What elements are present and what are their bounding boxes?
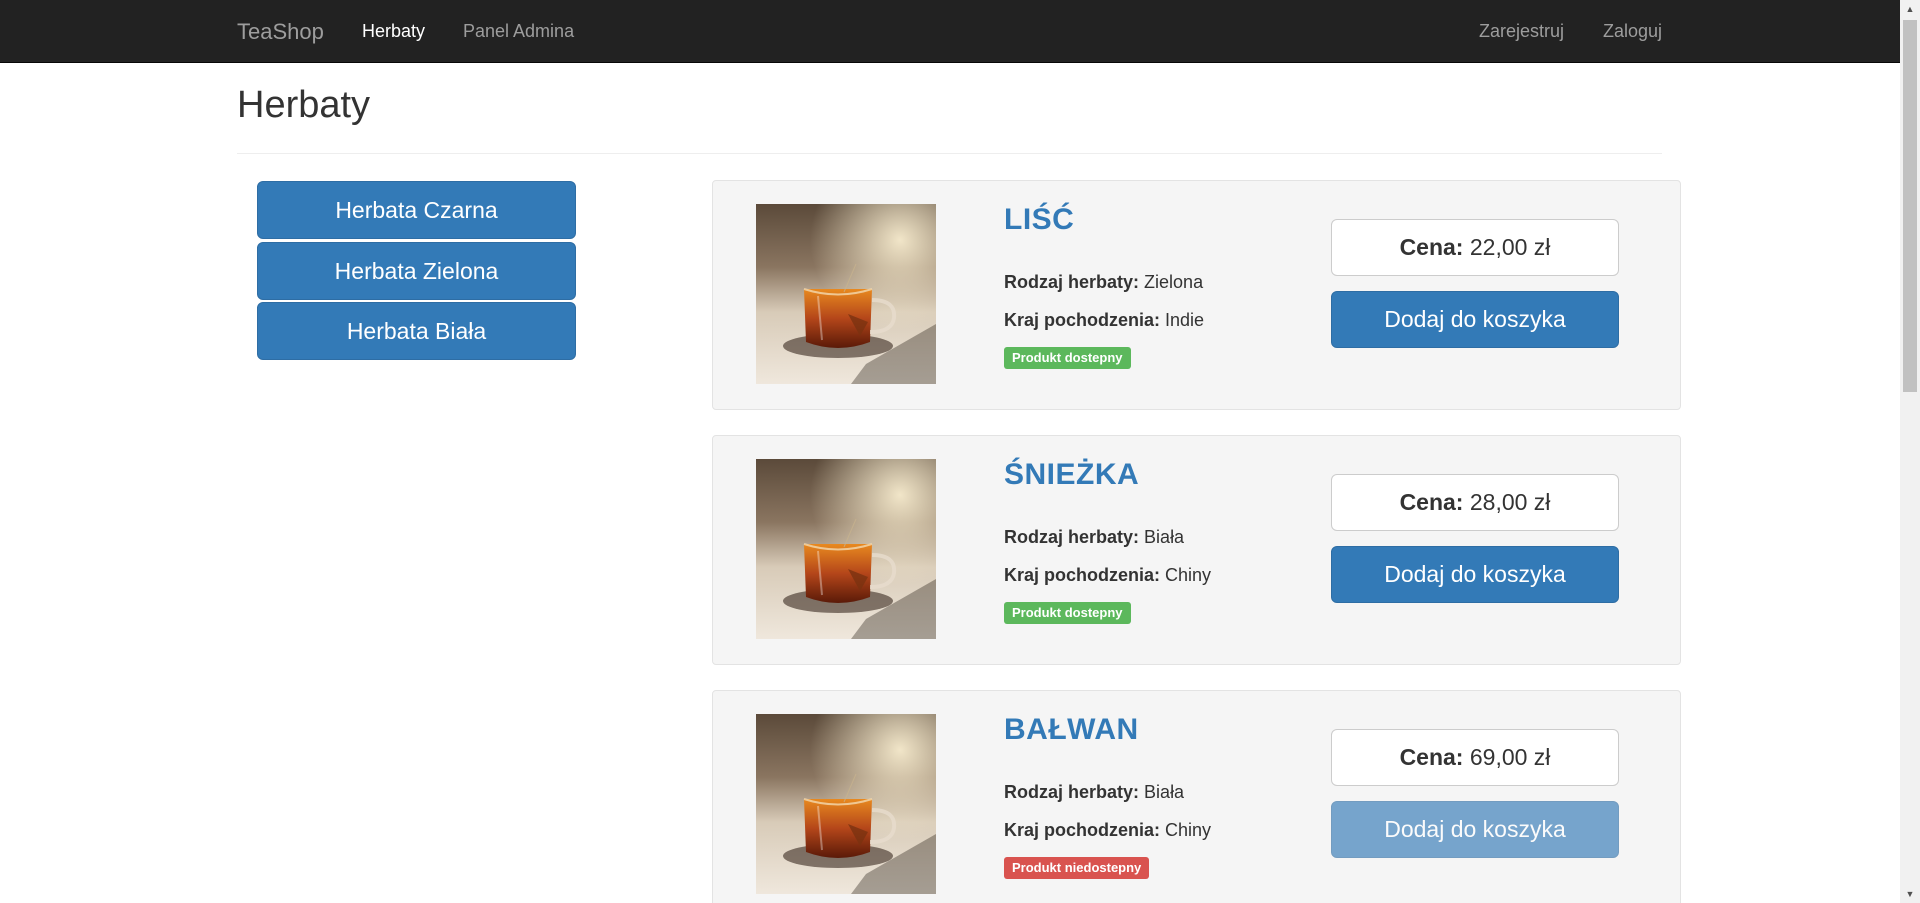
add-to-cart-button[interactable]: Dodaj do koszyka xyxy=(1331,291,1619,348)
product-type: Rodzaj herbaty: Biała xyxy=(1004,527,1184,548)
product-origin-value: Indie xyxy=(1165,310,1205,330)
brand-link[interactable]: TeaShop xyxy=(237,0,324,63)
product-name[interactable]: LIŚĆ xyxy=(1004,203,1074,237)
product-name[interactable]: BAŁWAN xyxy=(1004,713,1139,747)
availability-badge: Produkt dostepny xyxy=(1004,347,1131,369)
add-to-cart-button[interactable]: Dodaj do koszyka xyxy=(1331,801,1619,858)
category-button-black[interactable]: Herbata Czarna xyxy=(257,181,576,239)
nav-link-login[interactable]: Zaloguj xyxy=(1603,0,1662,63)
price-box: Cena: 28,00 zł xyxy=(1331,474,1619,531)
nav-link-register[interactable]: Zarejestruj xyxy=(1479,0,1564,63)
nav-link-panel-admina[interactable]: Panel Admina xyxy=(463,0,574,63)
product-type: Rodzaj herbaty: Biała xyxy=(1004,782,1184,803)
page-title: Herbaty xyxy=(237,84,371,126)
scroll-up-arrow-icon[interactable]: ▲ xyxy=(1900,0,1920,18)
price-label: Cena: xyxy=(1399,489,1464,515)
product-image xyxy=(756,459,936,639)
product-origin-value: Chiny xyxy=(1165,820,1212,840)
product-type-value: Biała xyxy=(1144,782,1185,802)
product-origin: Kraj pochodzenia: Chiny xyxy=(1004,820,1211,841)
category-button-white[interactable]: Herbata Biała xyxy=(257,302,576,360)
product-origin-label: Kraj pochodzenia: xyxy=(1004,820,1161,840)
price-label: Cena: xyxy=(1399,234,1464,260)
product-type-value: Biała xyxy=(1144,527,1185,547)
price-box: Cena: 22,00 zł xyxy=(1331,219,1619,276)
price-box: Cena: 69,00 zł xyxy=(1331,729,1619,786)
product-image xyxy=(756,714,936,894)
price-value: 28,00 zł xyxy=(1469,489,1551,515)
product-image xyxy=(756,204,936,384)
add-to-cart-button[interactable]: Dodaj do koszyka xyxy=(1331,546,1619,603)
product-origin-value: Chiny xyxy=(1165,565,1212,585)
product-card: ŚNIEŻKA Rodzaj herbaty: Biała Kraj pocho… xyxy=(712,435,1681,665)
product-type-label: Rodzaj herbaty: xyxy=(1004,527,1140,547)
product-type-label: Rodzaj herbaty: xyxy=(1004,272,1140,292)
product-card: LIŚĆ Rodzaj herbaty: Zielona Kraj pochod… xyxy=(712,180,1681,410)
page-scrollbar[interactable]: ▲ ▼ xyxy=(1900,0,1920,903)
product-origin: Kraj pochodzenia: Indie xyxy=(1004,310,1204,331)
product-type-label: Rodzaj herbaty: xyxy=(1004,782,1140,802)
product-name[interactable]: ŚNIEŻKA xyxy=(1004,458,1139,492)
title-divider xyxy=(237,153,1662,154)
product-origin-label: Kraj pochodzenia: xyxy=(1004,565,1161,585)
availability-badge: Produkt niedostepny xyxy=(1004,857,1150,879)
product-origin: Kraj pochodzenia: Chiny xyxy=(1004,565,1211,586)
price-value: 22,00 zł xyxy=(1469,234,1551,260)
nav-link-herbaty[interactable]: Herbaty xyxy=(362,0,425,63)
product-type: Rodzaj herbaty: Zielona xyxy=(1004,272,1203,293)
price-label: Cena: xyxy=(1399,744,1464,770)
product-type-value: Zielona xyxy=(1144,272,1204,292)
scroll-down-arrow-icon[interactable]: ▼ xyxy=(1900,885,1920,903)
price-value: 69,00 zł xyxy=(1469,744,1551,770)
category-button-green[interactable]: Herbata Zielona xyxy=(257,242,576,300)
product-card: BAŁWAN Rodzaj herbaty: Biała Kraj pochod… xyxy=(712,690,1681,903)
scrollbar-thumb[interactable] xyxy=(1903,20,1917,392)
top-navbar: TeaShop Herbaty Panel Admina Zarejestruj… xyxy=(0,0,1900,63)
availability-badge: Produkt dostepny xyxy=(1004,602,1131,624)
product-origin-label: Kraj pochodzenia: xyxy=(1004,310,1161,330)
